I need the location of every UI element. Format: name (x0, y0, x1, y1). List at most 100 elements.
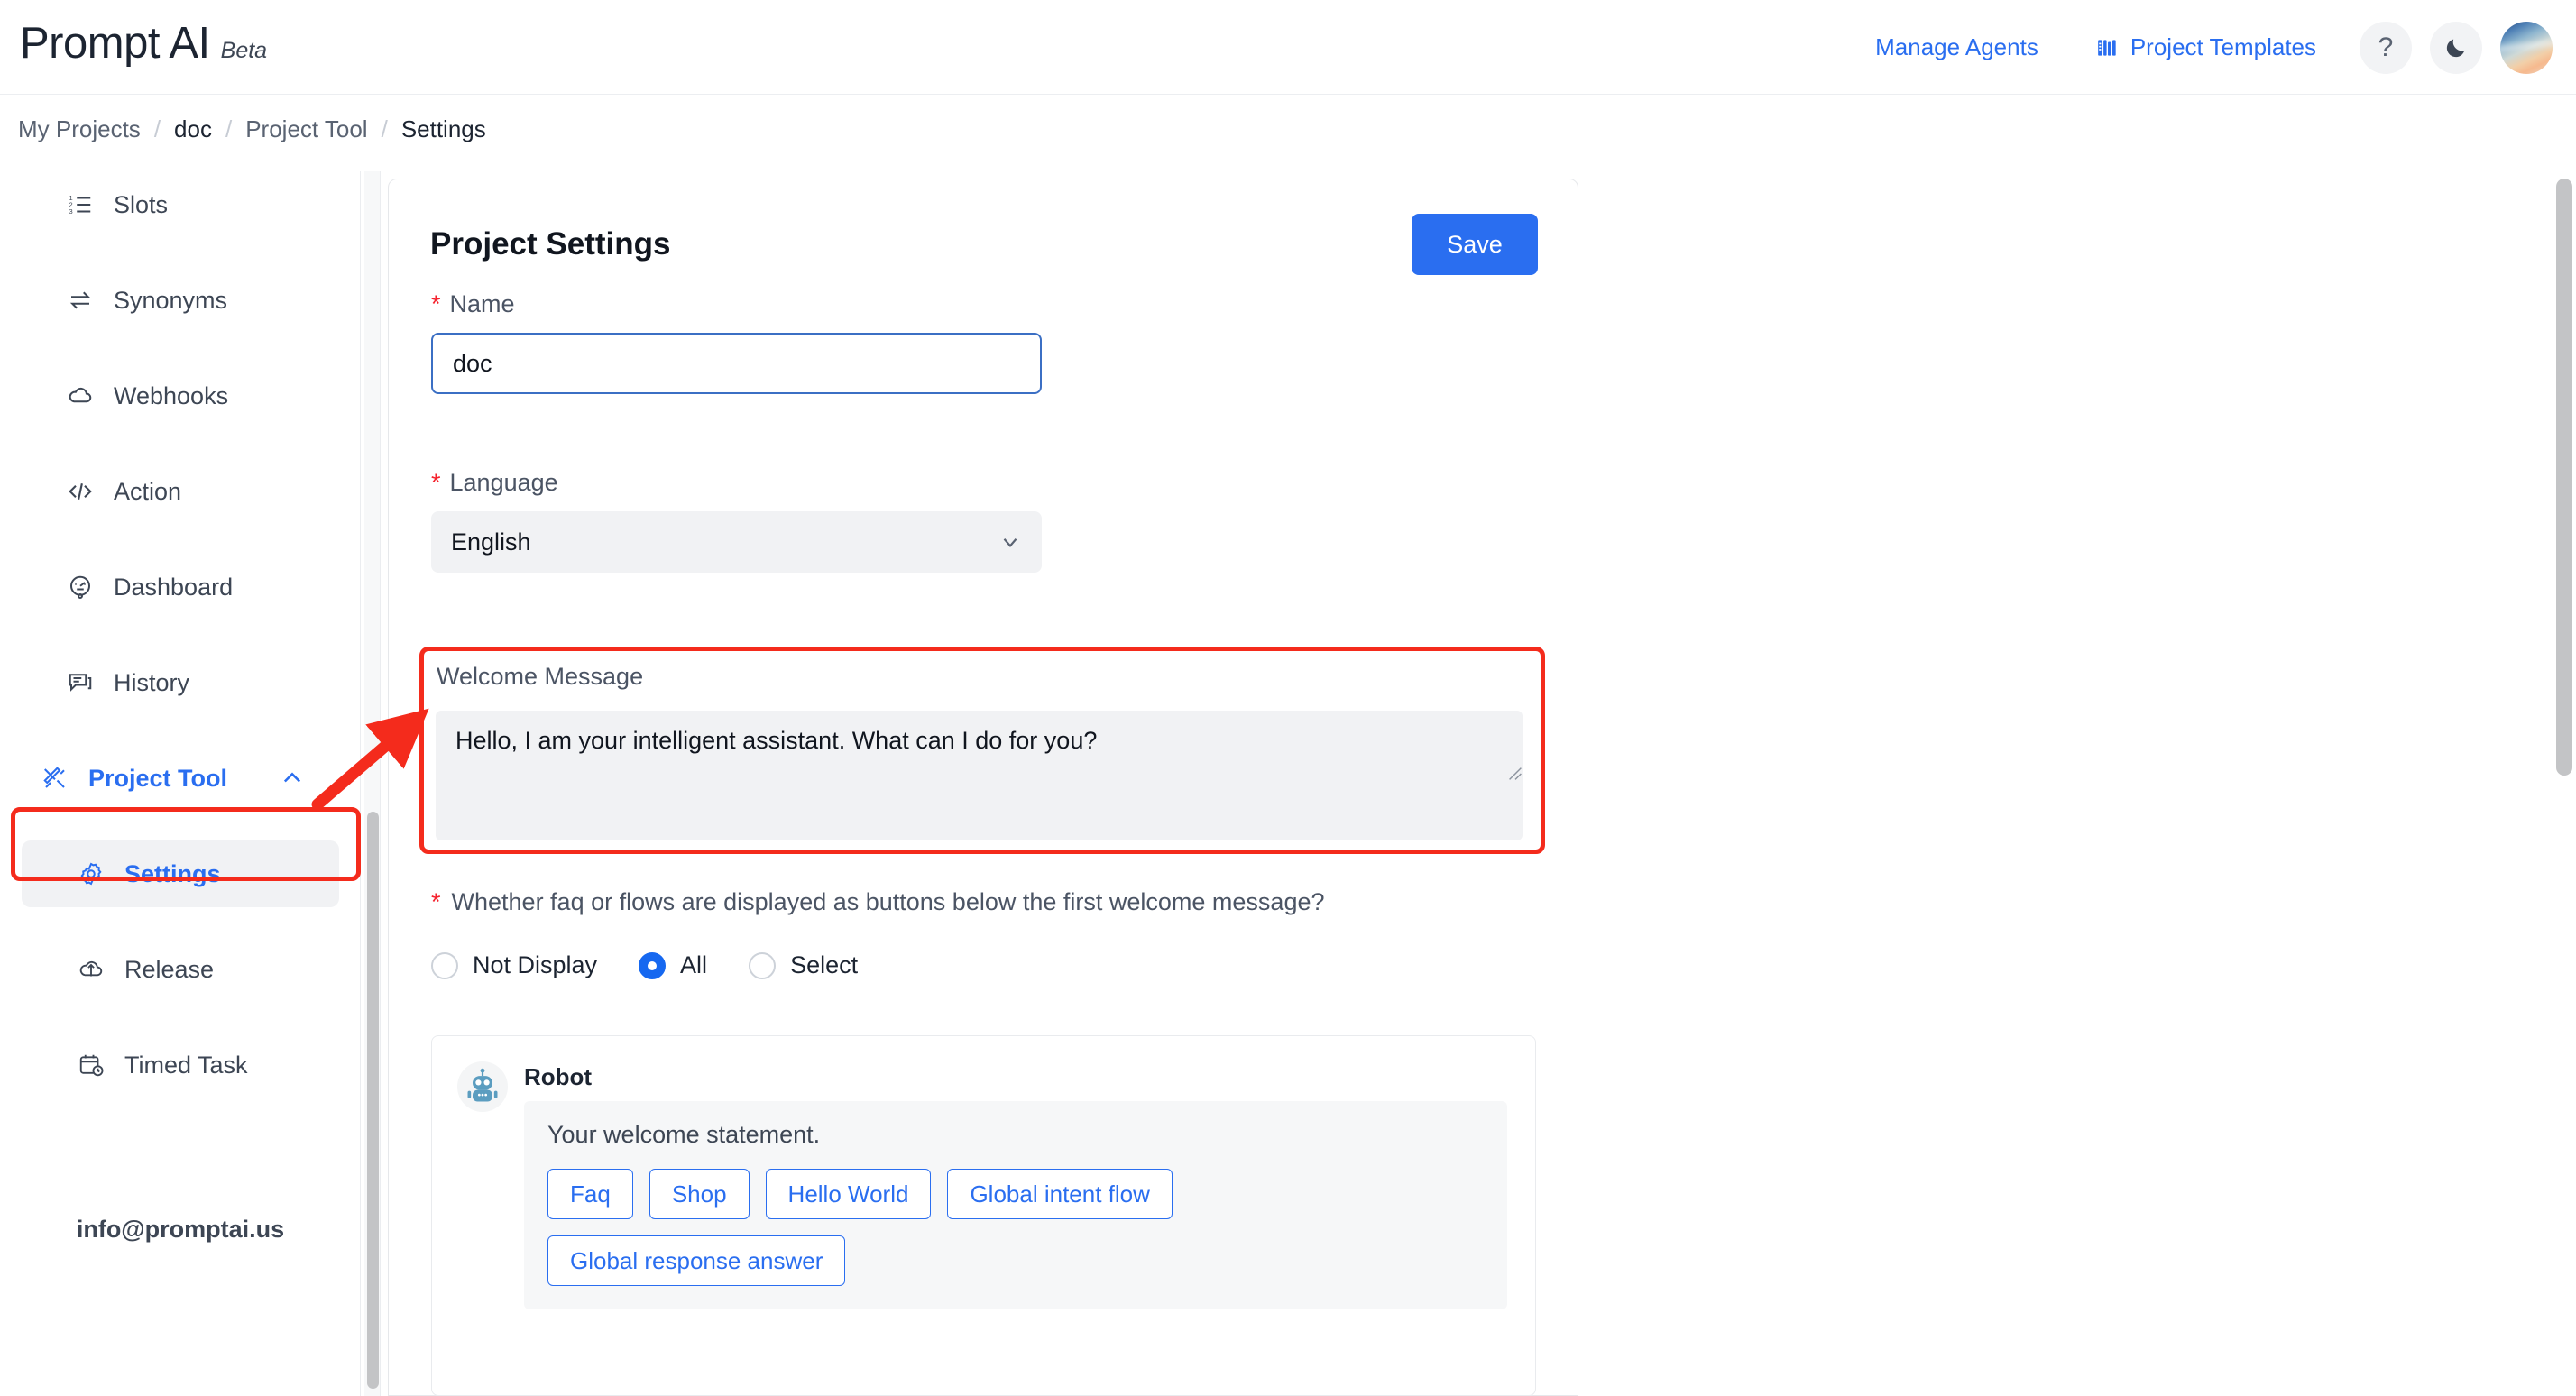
radio-indicator-selected[interactable] (639, 951, 667, 979)
breadcrumb-item-my-projects[interactable]: My Projects (18, 115, 141, 143)
comment-icon (69, 674, 92, 692)
radio-indicator[interactable] (431, 951, 458, 979)
sidebar-scrollbar-thumb[interactable] (367, 812, 379, 1389)
user-avatar[interactable] (2500, 21, 2553, 74)
help-button[interactable]: ? (2360, 21, 2412, 74)
chevron-down-icon (1003, 538, 1017, 547)
breadcrumb-item-project-tool[interactable]: Project Tool (245, 115, 367, 143)
chip-hello-world[interactable]: Hello World (765, 1169, 932, 1219)
breadcrumb-item-doc[interactable]: doc (174, 115, 212, 143)
required-asterisk: * (431, 888, 441, 915)
name-label-text: Name (449, 290, 515, 317)
welcome-message-label: Welcome Message (437, 663, 644, 690)
chevron-up-icon[interactable] (280, 766, 305, 791)
breadcrumb-separator: / (153, 115, 161, 142)
breadcrumb-item-settings: Settings (400, 115, 486, 142)
support-email[interactable]: info@promptai.us (0, 1216, 361, 1244)
radio-label: Not Display (473, 951, 598, 978)
radio-indicator[interactable] (749, 951, 777, 979)
breadcrumb-separator: / (381, 115, 388, 142)
sidebar-item-dashboard[interactable]: Dashboard (22, 554, 339, 620)
app-brand: Prompt AI Beta (20, 18, 267, 69)
cloud-icon (69, 387, 92, 403)
help-icon: ? (2378, 32, 2394, 62)
books-icon (2097, 39, 2116, 56)
sidebar-item-label: Settings (124, 859, 221, 887)
name-field-label: * Name (431, 290, 1042, 318)
language-field-label: * Language (431, 469, 1042, 497)
welcome-message-textarea[interactable] (436, 711, 1523, 840)
language-field-group: * Language English (431, 469, 1042, 573)
sidebar-item-label: Timed Task (124, 1051, 248, 1079)
sidebar-item-slots[interactable]: 1 2 3 Slots (22, 171, 339, 238)
welcome-preview-text: Your welcome statement. (547, 1121, 821, 1148)
top-header-bar: Prompt AI Beta Manage Agents Project Tem… (0, 0, 2576, 95)
required-asterisk: * (431, 469, 441, 496)
chip-faq[interactable]: Faq (547, 1169, 633, 1219)
language-selected-value: English (451, 528, 531, 556)
name-field-group: * Name (431, 290, 1042, 394)
sidebar-item-settings[interactable]: Settings (22, 840, 339, 907)
sidebar-item-synonyms[interactable]: Synonyms (22, 267, 339, 334)
chip-shop[interactable]: Shop (649, 1169, 750, 1219)
required-asterisk: * (431, 290, 441, 317)
language-label-text: Language (449, 469, 558, 496)
robot-avatar-icon (467, 1068, 498, 1102)
gear-icon (80, 862, 102, 886)
chat-preview-panel: Robot Your welcome statement. Faq Shop H… (431, 1035, 1536, 1396)
cloud-upload-icon (79, 961, 103, 977)
manage-agents-label: Manage Agents (1875, 33, 2038, 60)
display-radio-group: Not Display All Select (431, 951, 899, 979)
calendar-clock-icon (79, 1054, 104, 1077)
display-question-label: * Whether faq or flows are displayed as … (431, 888, 1325, 916)
header-actions: Manage Agents Project Templates ? (1875, 0, 2553, 95)
chip-global-intent-flow[interactable]: Global intent flow (947, 1169, 1173, 1219)
right-empty-pane (1578, 171, 2576, 1396)
sidebar-group-label: Project Tool (88, 764, 228, 792)
manage-agents-link[interactable]: Manage Agents (1875, 33, 2038, 61)
sidebar-item-label: Release (124, 955, 215, 983)
sidebar-item-history[interactable]: History (22, 649, 339, 716)
sidebar-item-webhooks[interactable]: Webhooks (22, 363, 339, 429)
welcome-preview-bubble: Your welcome statement. Faq Shop Hello W… (524, 1101, 1507, 1309)
chip-global-response-answer[interactable]: Global response answer (547, 1235, 846, 1286)
sidebar-item-release[interactable]: Release (22, 936, 339, 1003)
language-select[interactable]: English (431, 511, 1042, 573)
radio-option-not-display[interactable]: Not Display (431, 951, 597, 979)
radio-option-all[interactable]: All (639, 951, 707, 979)
quick-reply-chips: Faq Shop Hello World Global intent flow … (547, 1169, 1484, 1286)
ordered-list-icon: 1 2 3 (69, 194, 91, 216)
robot-avatar (457, 1061, 508, 1112)
display-question-text: Whether faq or flows are displayed as bu… (451, 888, 1325, 915)
sidebar-item-label: Action (114, 477, 182, 505)
radio-label: All (680, 951, 708, 978)
project-templates-link[interactable]: Project Templates (2096, 33, 2316, 61)
robot-name-label: Robot (524, 1063, 593, 1090)
sidebar-group-project-tool[interactable]: Project Tool (22, 745, 339, 812)
sidebar-item-timed-task[interactable]: Timed Task (22, 1032, 339, 1098)
page-scrollbar-thumb[interactable] (2556, 179, 2572, 776)
swap-arrows-icon (69, 291, 91, 309)
moon-icon (2446, 39, 2465, 57)
radio-option-select[interactable]: Select (749, 951, 858, 979)
sidebar-item-label: History (114, 668, 190, 696)
dashboard-icon (70, 575, 90, 599)
name-input[interactable] (431, 333, 1042, 394)
breadcrumb-separator: / (225, 115, 233, 142)
settings-card-header: Project Settings Save (430, 214, 1538, 275)
radio-label: Select (790, 951, 859, 978)
sidebar-item-label: Dashboard (114, 573, 234, 601)
svg-text:3: 3 (69, 207, 73, 216)
sidebar-item-label: Synonyms (114, 286, 228, 314)
sidebar-item-action[interactable]: Action (22, 458, 339, 525)
sidebar-item-label: Slots (114, 190, 169, 218)
sidebar-item-label: Webhooks (114, 381, 229, 409)
brand-name: Prompt AI (20, 19, 210, 68)
dark-mode-toggle[interactable] (2430, 21, 2482, 74)
project-templates-label: Project Templates (2130, 33, 2316, 60)
breadcrumb: My Projects / doc / Project Tool / Setti… (18, 115, 486, 143)
sidebar-nav: 1 2 3 Slots Synonyms Webhooks Action Das… (0, 171, 361, 1396)
page-title: Project Settings (430, 226, 671, 262)
tools-icon (43, 767, 65, 788)
save-button[interactable]: Save (1412, 214, 1538, 275)
